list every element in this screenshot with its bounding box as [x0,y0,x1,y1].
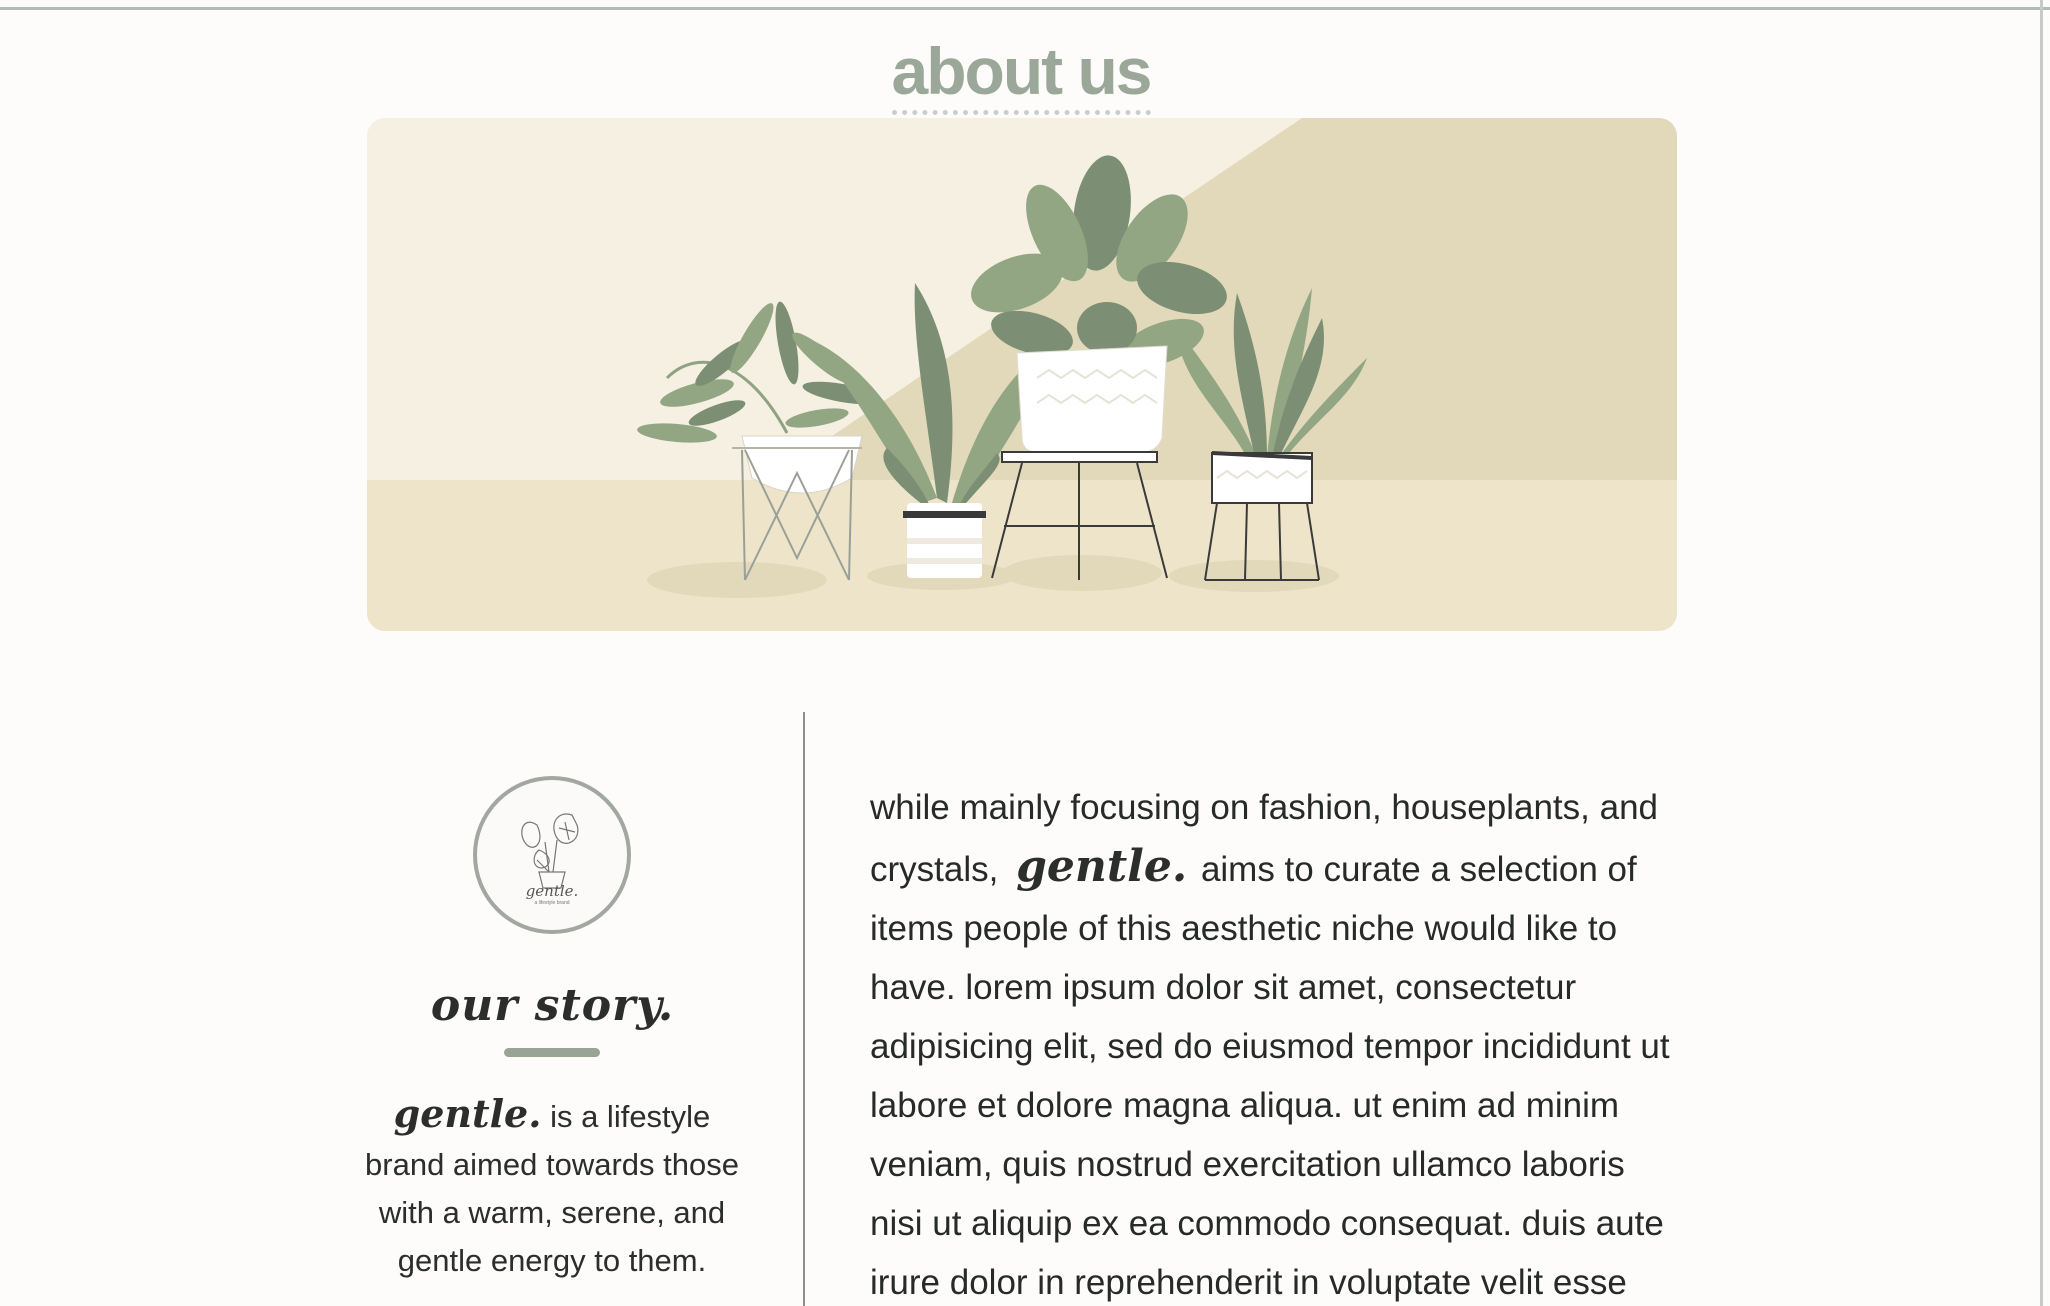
column-divider [803,712,805,1306]
about-body-paragraph: lorem ipsum dolor sit amet, consectetur … [870,968,1670,1302]
hero-banner-image [367,118,1677,631]
logo-tagline: a lifestyle brand [534,900,570,906]
monstera-plant-logo-icon [521,813,579,889]
scrollbar-track[interactable] [2040,0,2043,1306]
our-story-heading: our story. [430,980,675,1031]
heading-underline [504,1048,600,1057]
window-top-border [0,0,2050,10]
brand-logo: gentle. a lifestyle brand [473,776,631,934]
houseplants-illustration [367,118,1677,631]
page-title-text: about us [891,38,1153,115]
page-title: about us [0,38,2042,115]
logo-wordmark: gentle. [525,882,579,900]
about-body-text: while mainly focusing on fashion, housep… [870,778,1685,1306]
brand-name: gentle. [393,1091,542,1136]
brand-intro-text: gentle. is a lifestyle brand aimed towar… [352,1090,752,1285]
brand-name-inline: gentle. [1016,841,1188,892]
